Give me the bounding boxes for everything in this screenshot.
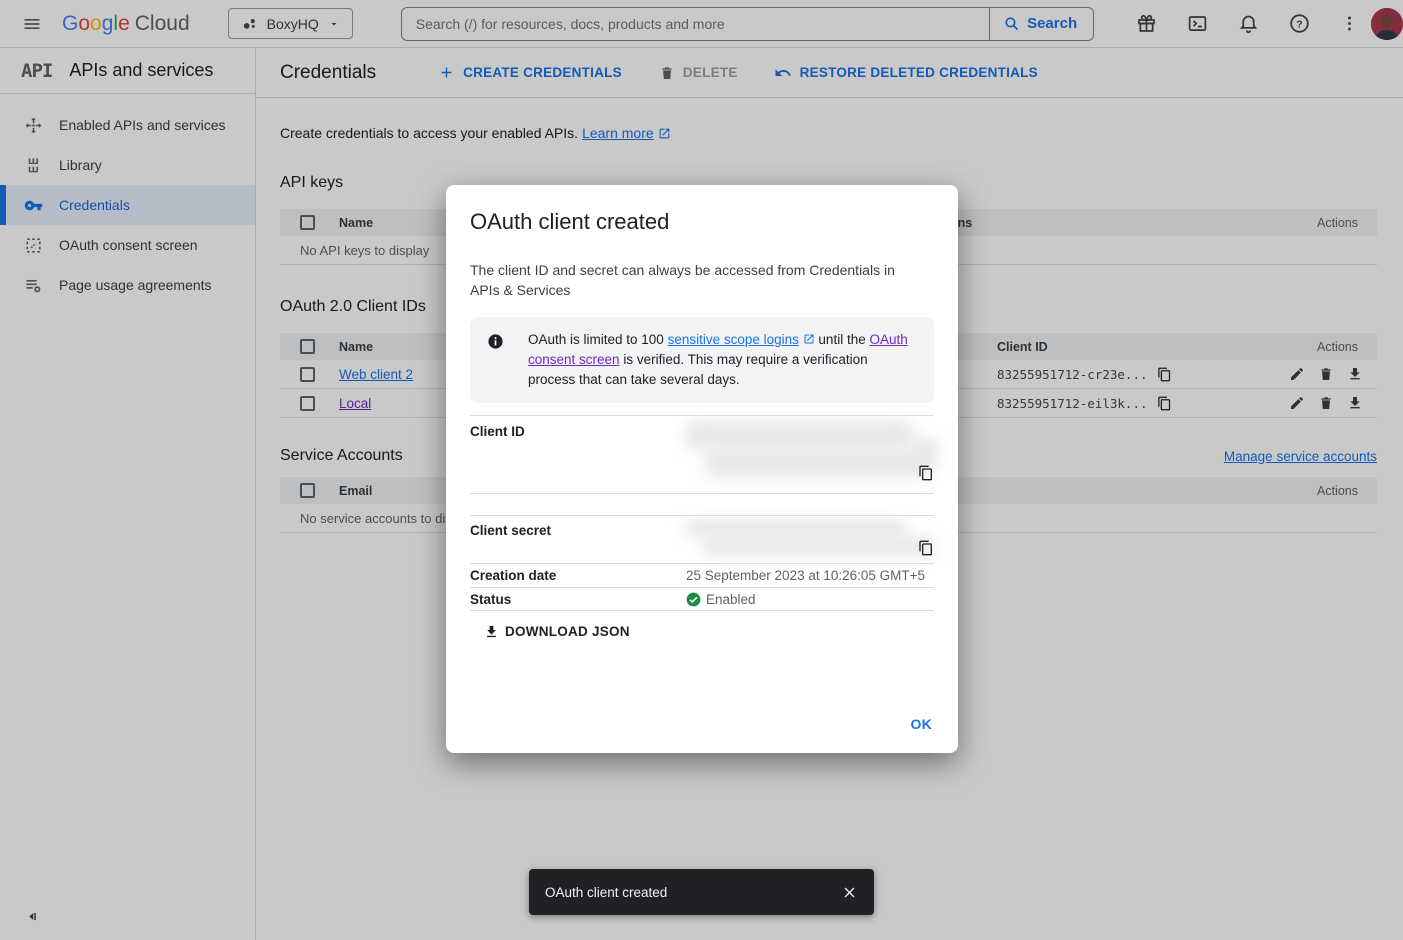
status-label: Status (470, 592, 686, 607)
client-id-row: Client ID (470, 415, 934, 493)
close-icon[interactable] (841, 884, 858, 901)
status-badge: Enabled (686, 592, 756, 607)
creation-date-row: Creation date 25 September 2023 at 10:26… (470, 563, 934, 587)
creation-date-value: 25 September 2023 at 10:26:05 GMT+5 (686, 568, 925, 583)
status-value: Enabled (706, 592, 756, 607)
external-link-icon (803, 333, 815, 345)
dialog-subtitle: The client ID and secret can always be a… (470, 260, 920, 300)
client-secret-row: Client secret (470, 515, 934, 563)
info-note-text: OAuth is limited to 100 sensitive scope … (528, 330, 910, 390)
info-note: OAuth is limited to 100 sensitive scope … (470, 317, 934, 403)
download-icon (484, 624, 499, 639)
status-row: Status Enabled (470, 587, 934, 610)
client-id-value-redacted (686, 416, 934, 493)
toast-message: OAuth client created (545, 885, 841, 900)
sensitive-scope-logins-link[interactable]: sensitive scope logins (668, 332, 799, 347)
client-id-label: Client ID (470, 416, 686, 493)
creation-date-label: Creation date (470, 568, 686, 583)
client-secret-value-redacted (686, 516, 934, 563)
note-text: OAuth is limited to 100 (528, 332, 668, 347)
oauth-client-created-dialog: OAuth client created The client ID and s… (446, 185, 958, 753)
check-circle-icon (686, 592, 701, 607)
copy-icon[interactable] (918, 465, 934, 481)
info-icon (487, 333, 504, 350)
download-json-label: DOWNLOAD JSON (505, 624, 630, 639)
note-text: until the (815, 332, 870, 347)
client-secret-label: Client secret (470, 516, 686, 563)
copy-icon[interactable] (918, 540, 934, 556)
dialog-title: OAuth client created (470, 209, 934, 235)
spacer-row (470, 493, 934, 515)
dialog-detail-rows: Client ID Client secret Creation date 25… (470, 415, 934, 611)
download-json-button[interactable]: DOWNLOAD JSON (484, 624, 934, 639)
toast-snackbar: OAuth client created (529, 869, 874, 915)
ok-button[interactable]: OK (911, 716, 933, 732)
